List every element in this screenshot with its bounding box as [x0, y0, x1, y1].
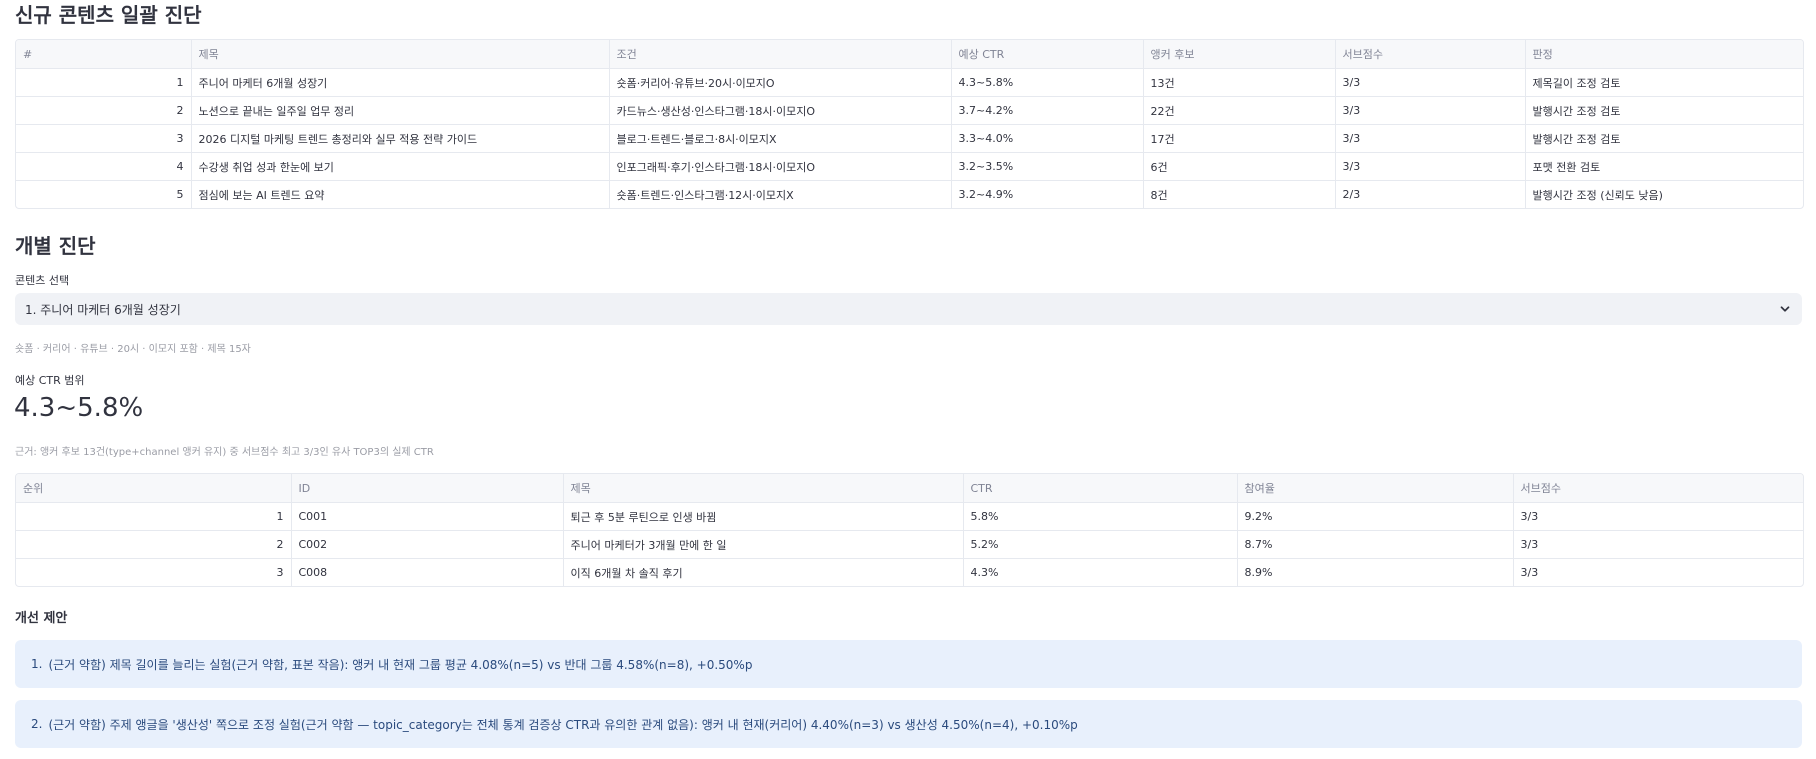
cell-score[interactable]: 2/3 [1335, 180, 1526, 208]
cell-condition[interactable]: 숏폼·커리어·유튜브·20시·이모지O [609, 68, 952, 97]
cell-index[interactable]: 2 [16, 96, 192, 125]
col-header-score[interactable]: 서브점수 [1513, 474, 1803, 503]
table-row: 2 C002 주니어 마케터가 3개월 만에 한 일 5.2% 8.7% 3/3 [16, 530, 1803, 559]
basis-caption: 근거: 앵커 후보 13건(type+channel 앵커 유지) 중 서브점수… [15, 447, 434, 458]
suggestion-number: 1. [31, 657, 43, 671]
cell-rank[interactable]: 1 [16, 502, 292, 531]
cell-anchor[interactable]: 17건 [1143, 124, 1336, 153]
cell-index[interactable]: 5 [16, 180, 192, 208]
suggestion-text: (근거 약함) 제목 길이를 늘리는 실험(근거 약함, 표본 작음): 앵커 … [48, 657, 753, 672]
col-header-verdict[interactable]: 판정 [1525, 40, 1803, 69]
col-header-index[interactable]: # [16, 40, 192, 69]
table-row: 1 주니어 마케터 6개월 성장기 숏폼·커리어·유튜브·20시·이모지O 4.… [16, 68, 1803, 97]
cell-title[interactable]: 주니어 마케터 6개월 성장기 [191, 68, 610, 97]
cell-condition[interactable]: 카드뉴스·생산성·인스타그램·18시·이모지O [609, 96, 952, 125]
cell-engagement[interactable]: 9.2% [1237, 502, 1514, 531]
cell-ctr[interactable]: 5.2% [963, 530, 1238, 559]
batch-title: 신규 콘텐츠 일괄 진단 [15, 3, 202, 27]
table-row: 3 2026 디지털 마케팅 트렌드 총정리와 실무 적용 전략 가이드 블로그… [16, 124, 1803, 153]
col-header-engagement[interactable]: 참여율 [1237, 474, 1514, 503]
content-select[interactable]: 1. 주니어 마케터 6개월 성장기 [15, 293, 1802, 325]
cell-id[interactable]: C008 [291, 558, 564, 586]
cell-score[interactable]: 3/3 [1513, 502, 1803, 531]
cell-ctr[interactable]: 3.2~3.5% [951, 152, 1144, 181]
cell-ctr[interactable]: 3.2~4.9% [951, 180, 1144, 208]
suggestions-title: 개선 제안 [15, 611, 68, 626]
col-header-score[interactable]: 서브점수 [1335, 40, 1526, 69]
cell-title[interactable]: 수강생 취업 성과 한눈에 보기 [191, 152, 610, 181]
table-row: 1 C001 퇴근 후 5분 루틴으로 인생 바뀜 5.8% 9.2% 3/3 [16, 502, 1803, 531]
cell-engagement[interactable]: 8.7% [1237, 530, 1514, 559]
cell-index[interactable]: 3 [16, 124, 192, 153]
cell-verdict[interactable]: 발행시간 조정 검토 [1525, 124, 1803, 153]
cell-verdict[interactable]: 발행시간 조정 검토 [1525, 96, 1803, 125]
cell-score[interactable]: 3/3 [1335, 96, 1526, 125]
metric-value: 4.3~5.8% [14, 393, 144, 423]
cell-condition[interactable]: 블로그·트렌드·블로그·8시·이모지X [609, 124, 952, 153]
chevron-down-icon[interactable] [1778, 302, 1792, 316]
cell-title[interactable]: 노션으로 끝내는 일주일 업무 정리 [191, 96, 610, 125]
similar-header-row: 순위 ID 제목 CTR 참여율 서브점수 [16, 474, 1803, 503]
cell-score[interactable]: 3/3 [1513, 530, 1803, 559]
col-header-ctr[interactable]: 예상 CTR [951, 40, 1144, 69]
cell-title[interactable]: 이직 6개월 차 솔직 후기 [563, 558, 964, 586]
content-select-value: 1. 주니어 마케터 6개월 성장기 [25, 302, 181, 317]
cell-ctr[interactable]: 3.3~4.0% [951, 124, 1144, 153]
cell-index[interactable]: 4 [16, 152, 192, 181]
cell-verdict[interactable]: 발행시간 조정 (신뢰도 낮음) [1525, 181, 1803, 209]
similar-table[interactable]: 순위 ID 제목 CTR 참여율 서브점수 1 C001 퇴근 후 5분 루틴으… [15, 473, 1804, 587]
cell-verdict[interactable]: 제목길이 조정 검토 [1525, 68, 1803, 97]
cell-condition[interactable]: 인포그래픽·후기·인스타그램·18시·이모지O [609, 152, 952, 181]
suggestion-text: (근거 약함) 주제 앵글을 '생산성' 쪽으로 조정 실험(근거 약함 — t… [48, 717, 1078, 732]
content-caption: 숏폼 · 커리어 · 유튜브 · 20시 · 이모지 포함 · 제목 15자 [15, 344, 251, 355]
cell-rank[interactable]: 3 [16, 558, 292, 586]
cell-title[interactable]: 퇴근 후 5분 루틴으로 인생 바뀜 [563, 502, 964, 531]
cell-ctr[interactable]: 5.8% [963, 502, 1238, 531]
cell-index[interactable]: 1 [16, 68, 192, 97]
cell-anchor[interactable]: 22건 [1143, 96, 1336, 125]
table-row: 4 수강생 취업 성과 한눈에 보기 인포그래픽·후기·인스타그램·18시·이모… [16, 152, 1803, 181]
cell-score[interactable]: 3/3 [1513, 559, 1803, 587]
suggestion-alert: 2. (근거 약함) 주제 앵글을 '생산성' 쪽으로 조정 실험(근거 약함 … [15, 700, 1802, 748]
suggestion-alert: 1. (근거 약함) 제목 길이를 늘리는 실험(근거 약함, 표본 작음): … [15, 640, 1802, 688]
cell-ctr[interactable]: 4.3~5.8% [951, 68, 1144, 97]
cell-title[interactable]: 2026 디지털 마케팅 트렌드 총정리와 실무 적용 전략 가이드 [191, 124, 610, 153]
cell-anchor[interactable]: 13건 [1143, 68, 1336, 97]
col-header-ctr[interactable]: CTR [963, 474, 1238, 503]
cell-anchor[interactable]: 6건 [1143, 152, 1336, 181]
table-row: 2 노션으로 끝내는 일주일 업무 정리 카드뉴스·생산성·인스타그램·18시·… [16, 96, 1803, 125]
table-row: 3 C008 이직 6개월 차 솔직 후기 4.3% 8.9% 3/3 [16, 558, 1803, 587]
cell-verdict[interactable]: 포맷 전환 검토 [1525, 152, 1803, 181]
cell-anchor[interactable]: 8건 [1143, 180, 1336, 208]
col-header-id[interactable]: ID [291, 474, 564, 503]
col-header-title[interactable]: 제목 [191, 40, 610, 69]
col-header-condition[interactable]: 조건 [609, 40, 952, 69]
cell-score[interactable]: 3/3 [1335, 152, 1526, 181]
cell-id[interactable]: C001 [291, 502, 564, 531]
col-header-title[interactable]: 제목 [563, 474, 964, 503]
suggestion-number: 2. [31, 717, 43, 731]
cell-score[interactable]: 3/3 [1335, 68, 1526, 97]
cell-score[interactable]: 3/3 [1335, 124, 1526, 153]
cell-title[interactable]: 주니어 마케터가 3개월 만에 한 일 [563, 530, 964, 559]
cell-rank[interactable]: 2 [16, 530, 292, 559]
metric-label: 예상 CTR 범위 [15, 374, 85, 387]
cell-condition[interactable]: 숏폼·트렌드·인스타그램·12시·이모지X [609, 180, 952, 208]
cell-title[interactable]: 점심에 보는 AI 트렌드 요약 [191, 180, 610, 208]
cell-ctr[interactable]: 4.3% [963, 558, 1238, 586]
col-header-anchor[interactable]: 앵커 후보 [1143, 40, 1336, 69]
page: 신규 콘텐츠 일괄 진단 # 제목 조건 예상 CTR 앵커 후보 서브점수 판… [0, 0, 1816, 759]
select-label: 콘텐츠 선택 [15, 274, 70, 287]
cell-id[interactable]: C002 [291, 530, 564, 559]
cell-engagement[interactable]: 8.9% [1237, 558, 1514, 586]
batch-header-row: # 제목 조건 예상 CTR 앵커 후보 서브점수 판정 [16, 40, 1803, 69]
individual-title: 개별 진단 [15, 234, 96, 258]
cell-ctr[interactable]: 3.7~4.2% [951, 96, 1144, 125]
col-header-rank[interactable]: 순위 [16, 474, 292, 503]
table-row: 5 점심에 보는 AI 트렌드 요약 숏폼·트렌드·인스타그램·12시·이모지X… [16, 180, 1803, 209]
batch-table[interactable]: # 제목 조건 예상 CTR 앵커 후보 서브점수 판정 1 주니어 마케터 6… [15, 39, 1804, 209]
